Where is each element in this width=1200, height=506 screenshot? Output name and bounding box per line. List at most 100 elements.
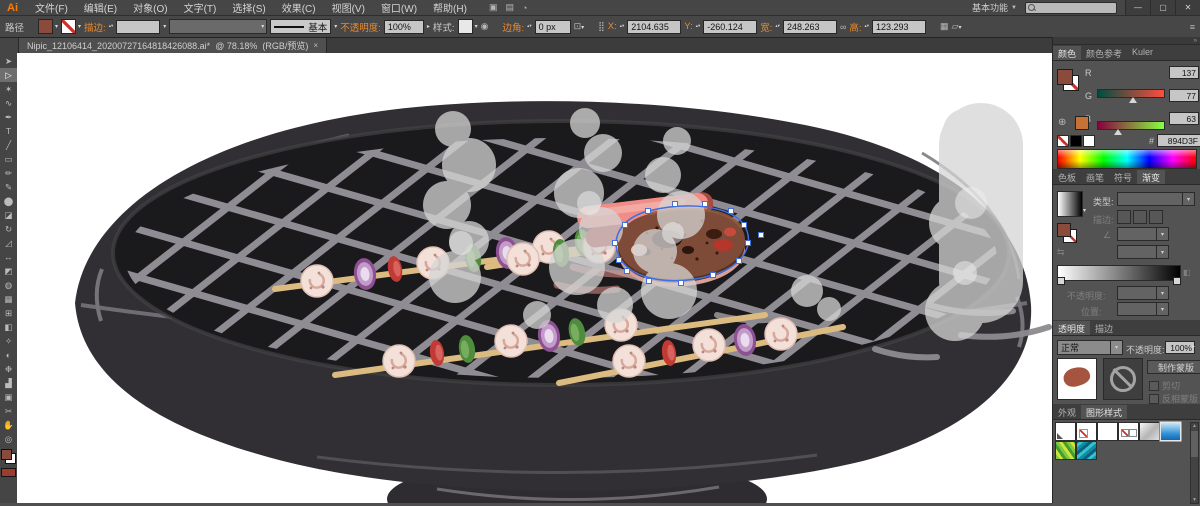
eraser-tool[interactable]: ◪ [0,208,17,222]
clip-checkbox[interactable] [1149,380,1159,391]
height-stepper[interactable]: ▴▾ [865,24,870,29]
symbol-sprayer-tool[interactable]: ❉ [0,362,17,376]
document-tab[interactable]: Nipic_12106414_20200727164818426088.ai* … [19,38,328,53]
x-field[interactable]: 2104.635 [627,19,682,34]
scroll-up-icon[interactable]: ▲ [1191,423,1198,429]
mask-thumbnail-slot[interactable] [1103,358,1143,400]
style-green-pattern[interactable] [1056,442,1075,459]
collapse-control-icon[interactable]: ≡ [1190,22,1195,32]
black-swatch[interactable] [1070,135,1082,147]
channel-value-field[interactable]: 137 [1169,66,1199,79]
hand-tool[interactable]: ✋ [0,418,17,432]
channel-value-field[interactable]: 77 [1169,89,1199,102]
toolbar-header[interactable] [0,38,19,53]
shear-icon[interactable]: ▱▾ [952,21,962,32]
pencil-tool[interactable]: ✎ [0,180,17,194]
scroll-thumb[interactable] [1191,431,1198,457]
gradient-ramp[interactable] [1057,265,1181,285]
width-stepper[interactable]: ▴▾ [775,24,780,29]
height-field[interactable]: 123.293 [872,19,927,34]
opacity-field[interactable]: 100% [383,19,424,34]
style-swatch[interactable] [457,19,473,34]
lasso-tool[interactable]: ∿ [0,96,17,110]
chevron-right-icon[interactable]: ▸ [1192,343,1195,350]
link-dimensions-icon[interactable]: ∞ [840,22,846,32]
gradient-position-dropdown[interactable]: ▾ [1117,302,1169,316]
none-swatch[interactable] [1057,135,1069,147]
corner-stepper[interactable]: ▴▾ [527,24,532,29]
gradient-type-dropdown[interactable]: ▾ [1117,192,1195,206]
menu-item[interactable]: 编辑(E) [76,0,125,15]
opacity-value-field[interactable]: 100% [1165,341,1195,354]
rectangle-tool[interactable]: ▭ [0,152,17,166]
line-segment-tool[interactable]: ╱ [0,138,17,152]
stroke-weight-stepper[interactable]: ▴▾ [109,24,114,29]
panel-tab[interactable]: 色板 [1053,170,1081,184]
stroke-across-icon[interactable] [1149,210,1163,224]
web-color-swatch[interactable] [1075,116,1089,130]
gradient-opacity-dropdown[interactable]: ▾ [1117,286,1169,300]
menu-item[interactable]: 对象(O) [125,0,175,15]
pen-tool[interactable]: ✒ [0,110,17,124]
minimize-button[interactable]: — [1125,0,1150,15]
cs-live-icon[interactable]: ◔ [522,3,527,13]
blend-mode-dropdown[interactable]: 正常 ▾ [1057,340,1123,355]
chevron-right-icon[interactable]: ▸ [427,23,430,30]
y-stepper[interactable]: ▴▾ [696,24,701,29]
stroke-along-icon[interactable] [1133,210,1147,224]
stroke-weight-link[interactable]: 描边: [84,20,106,34]
white-swatch[interactable] [1083,135,1095,147]
mesh-tool[interactable]: ⊞ [0,306,17,320]
style-blue-gradient[interactable] [1161,423,1180,440]
menu-item[interactable]: 窗口(W) [373,0,425,15]
style-default[interactable] [1056,423,1075,440]
chevron-down-icon[interactable]: ▾ [1083,207,1086,214]
stroke-within-icon[interactable] [1117,210,1131,224]
color-mode-swatch[interactable] [1,468,16,477]
x-stepper[interactable]: ▴▾ [620,24,625,29]
arrange-documents-icon[interactable]: ▤ [505,2,514,13]
fill-stroke-proxy[interactable] [1,449,16,464]
menu-item[interactable]: 效果(C) [274,0,324,15]
fill-proxy-swatch[interactable] [1,449,12,460]
menu-item[interactable]: 帮助(H) [425,0,475,15]
channel-slider[interactable] [1097,121,1165,135]
corner-link[interactable]: 边角: [502,20,524,34]
paintbrush-tool[interactable]: ✏ [0,166,17,180]
panel-tab[interactable]: 符号 [1109,170,1137,184]
fill-proxy-swatch[interactable] [1057,223,1071,237]
perspective-grid-tool[interactable]: ▦ [0,292,17,306]
artboard-tool[interactable]: ▣ [0,390,17,404]
y-field[interactable]: -260.124 [703,19,758,34]
blob-brush-tool[interactable]: ⬤ [0,194,17,208]
zoom-tool[interactable]: ◎ [0,432,17,446]
width-field[interactable]: 248.263 [782,19,837,34]
width-tool[interactable]: ↔ [0,250,17,264]
panel-tab[interactable]: 透明度 [1053,321,1091,335]
menu-item[interactable]: 文字(T) [176,0,225,15]
blend-tool[interactable]: ◐ [0,348,17,362]
search-input[interactable] [1025,1,1117,14]
dock-collapse-icon[interactable]: » [1194,38,1197,44]
type-tool[interactable]: T [0,124,17,138]
panel-tab[interactable]: 颜色 [1053,46,1082,60]
gradient-tool[interactable]: ◧ [0,320,17,334]
reference-point-icon[interactable]: ⣿ [598,21,605,32]
free-transform-tool[interactable]: ◩ [0,264,17,278]
make-mask-button[interactable]: 制作蒙版 [1147,360,1200,374]
slice-tool[interactable]: ✂ [0,404,17,418]
gradient-stop-start[interactable] [1057,277,1065,285]
transform-icon[interactable]: ▦ [940,21,949,32]
style-silver-shine[interactable] [1140,423,1159,440]
panel-tab[interactable]: 描边 [1090,321,1118,335]
panel-tab[interactable]: 渐变 [1137,170,1166,184]
panel-tab[interactable]: 颜色参考 [1081,46,1127,60]
fill-color-swatch[interactable] [38,19,54,34]
opacity-link[interactable]: 不透明度: [340,20,381,34]
recolor-artwork-icon[interactable]: ◉ [481,21,489,32]
close-button[interactable]: ✕ [1175,0,1200,15]
gradient-thumbnail[interactable] [1057,191,1083,217]
chevron-down-icon[interactable]: ▾ [55,23,58,30]
web-safe-icon[interactable]: ⊕ [1058,117,1066,128]
gradient-stop-end[interactable] [1173,277,1181,285]
